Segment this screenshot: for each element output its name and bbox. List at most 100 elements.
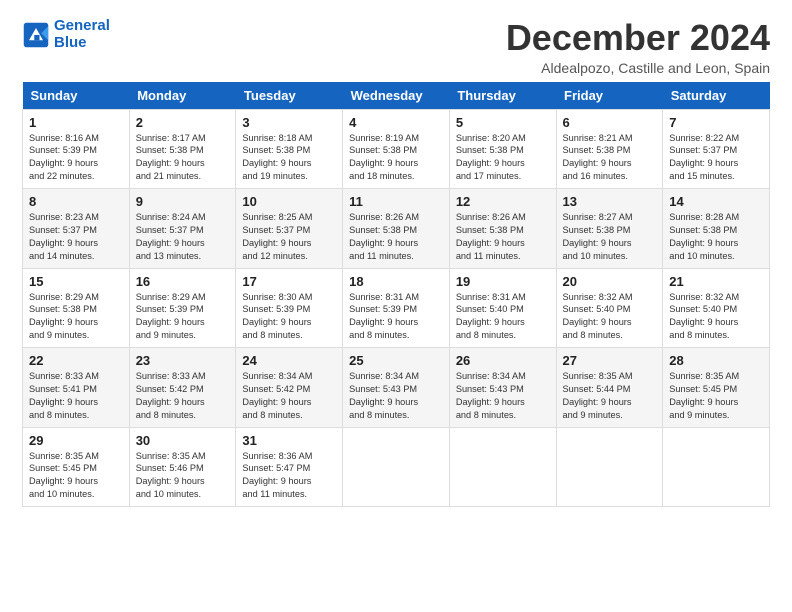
cell-details: Sunrise: 8:35 AMSunset: 5:45 PMDaylight:… xyxy=(669,371,739,420)
table-row: 23 Sunrise: 8:33 AMSunset: 5:42 PMDaylig… xyxy=(129,348,236,428)
col-tuesday: Tuesday xyxy=(236,82,343,110)
calendar-week-row: 29 Sunrise: 8:35 AMSunset: 5:45 PMDaylig… xyxy=(23,427,770,507)
cell-details: Sunrise: 8:24 AMSunset: 5:37 PMDaylight:… xyxy=(136,212,206,261)
cell-details: Sunrise: 8:30 AMSunset: 5:39 PMDaylight:… xyxy=(242,292,312,341)
cell-details: Sunrise: 8:32 AMSunset: 5:40 PMDaylight:… xyxy=(563,292,633,341)
location-subtitle: Aldealpozo, Castille and Leon, Spain xyxy=(506,60,770,76)
day-number: 25 xyxy=(349,353,443,368)
table-row: 26 Sunrise: 8:34 AMSunset: 5:43 PMDaylig… xyxy=(449,348,556,428)
day-number: 22 xyxy=(29,353,123,368)
cell-details: Sunrise: 8:34 AMSunset: 5:43 PMDaylight:… xyxy=(456,371,526,420)
day-number: 30 xyxy=(136,433,230,448)
day-number: 11 xyxy=(349,194,443,209)
calendar-table: Sunday Monday Tuesday Wednesday Thursday… xyxy=(22,82,770,508)
day-number: 21 xyxy=(669,274,763,289)
table-row: 28 Sunrise: 8:35 AMSunset: 5:45 PMDaylig… xyxy=(663,348,770,428)
col-saturday: Saturday xyxy=(663,82,770,110)
col-sunday: Sunday xyxy=(23,82,130,110)
table-row: 4 Sunrise: 8:19 AMSunset: 5:38 PMDayligh… xyxy=(343,109,450,189)
cell-details: Sunrise: 8:16 AMSunset: 5:39 PMDaylight:… xyxy=(29,133,99,182)
cell-details: Sunrise: 8:26 AMSunset: 5:38 PMDaylight:… xyxy=(349,212,419,261)
col-wednesday: Wednesday xyxy=(343,82,450,110)
cell-details: Sunrise: 8:18 AMSunset: 5:38 PMDaylight:… xyxy=(242,133,312,182)
cell-details: Sunrise: 8:23 AMSunset: 5:37 PMDaylight:… xyxy=(29,212,99,261)
cell-details: Sunrise: 8:27 AMSunset: 5:38 PMDaylight:… xyxy=(563,212,633,261)
table-row: 31 Sunrise: 8:36 AMSunset: 5:47 PMDaylig… xyxy=(236,427,343,507)
table-row xyxy=(449,427,556,507)
day-number: 26 xyxy=(456,353,550,368)
col-thursday: Thursday xyxy=(449,82,556,110)
cell-details: Sunrise: 8:29 AMSunset: 5:39 PMDaylight:… xyxy=(136,292,206,341)
logo-icon xyxy=(22,21,50,49)
table-row: 25 Sunrise: 8:34 AMSunset: 5:43 PMDaylig… xyxy=(343,348,450,428)
table-row: 7 Sunrise: 8:22 AMSunset: 5:37 PMDayligh… xyxy=(663,109,770,189)
day-number: 19 xyxy=(456,274,550,289)
cell-details: Sunrise: 8:19 AMSunset: 5:38 PMDaylight:… xyxy=(349,133,419,182)
day-number: 13 xyxy=(563,194,657,209)
day-number: 2 xyxy=(136,115,230,130)
cell-details: Sunrise: 8:35 AMSunset: 5:45 PMDaylight:… xyxy=(29,451,99,500)
day-number: 31 xyxy=(242,433,336,448)
cell-details: Sunrise: 8:35 AMSunset: 5:46 PMDaylight:… xyxy=(136,451,206,500)
table-row: 10 Sunrise: 8:25 AMSunset: 5:37 PMDaylig… xyxy=(236,189,343,269)
day-number: 4 xyxy=(349,115,443,130)
day-number: 14 xyxy=(669,194,763,209)
table-row: 5 Sunrise: 8:20 AMSunset: 5:38 PMDayligh… xyxy=(449,109,556,189)
table-row: 27 Sunrise: 8:35 AMSunset: 5:44 PMDaylig… xyxy=(556,348,663,428)
table-row: 3 Sunrise: 8:18 AMSunset: 5:38 PMDayligh… xyxy=(236,109,343,189)
table-row xyxy=(556,427,663,507)
day-number: 18 xyxy=(349,274,443,289)
cell-details: Sunrise: 8:26 AMSunset: 5:38 PMDaylight:… xyxy=(456,212,526,261)
cell-details: Sunrise: 8:34 AMSunset: 5:43 PMDaylight:… xyxy=(349,371,419,420)
cell-details: Sunrise: 8:29 AMSunset: 5:38 PMDaylight:… xyxy=(29,292,99,341)
table-row xyxy=(663,427,770,507)
month-title: December 2024 xyxy=(506,18,770,58)
cell-details: Sunrise: 8:31 AMSunset: 5:40 PMDaylight:… xyxy=(456,292,526,341)
day-number: 28 xyxy=(669,353,763,368)
day-number: 16 xyxy=(136,274,230,289)
day-number: 24 xyxy=(242,353,336,368)
table-row: 12 Sunrise: 8:26 AMSunset: 5:38 PMDaylig… xyxy=(449,189,556,269)
day-number: 23 xyxy=(136,353,230,368)
table-row: 9 Sunrise: 8:24 AMSunset: 5:37 PMDayligh… xyxy=(129,189,236,269)
table-row: 16 Sunrise: 8:29 AMSunset: 5:39 PMDaylig… xyxy=(129,268,236,348)
table-row: 1 Sunrise: 8:16 AMSunset: 5:39 PMDayligh… xyxy=(23,109,130,189)
cell-details: Sunrise: 8:25 AMSunset: 5:37 PMDaylight:… xyxy=(242,212,312,261)
calendar-week-row: 1 Sunrise: 8:16 AMSunset: 5:39 PMDayligh… xyxy=(23,109,770,189)
logo-text: General Blue xyxy=(54,18,110,51)
col-friday: Friday xyxy=(556,82,663,110)
table-row: 11 Sunrise: 8:26 AMSunset: 5:38 PMDaylig… xyxy=(343,189,450,269)
calendar-week-row: 22 Sunrise: 8:33 AMSunset: 5:41 PMDaylig… xyxy=(23,348,770,428)
cell-details: Sunrise: 8:34 AMSunset: 5:42 PMDaylight:… xyxy=(242,371,312,420)
calendar-page: General Blue December 2024 Aldealpozo, C… xyxy=(0,0,792,612)
day-number: 12 xyxy=(456,194,550,209)
table-row: 22 Sunrise: 8:33 AMSunset: 5:41 PMDaylig… xyxy=(23,348,130,428)
day-number: 29 xyxy=(29,433,123,448)
day-number: 1 xyxy=(29,115,123,130)
day-number: 6 xyxy=(563,115,657,130)
table-row: 30 Sunrise: 8:35 AMSunset: 5:46 PMDaylig… xyxy=(129,427,236,507)
day-number: 15 xyxy=(29,274,123,289)
day-number: 10 xyxy=(242,194,336,209)
table-row: 20 Sunrise: 8:32 AMSunset: 5:40 PMDaylig… xyxy=(556,268,663,348)
cell-details: Sunrise: 8:33 AMSunset: 5:42 PMDaylight:… xyxy=(136,371,206,420)
logo-line1: General xyxy=(54,17,110,34)
cell-details: Sunrise: 8:33 AMSunset: 5:41 PMDaylight:… xyxy=(29,371,99,420)
table-row: 6 Sunrise: 8:21 AMSunset: 5:38 PMDayligh… xyxy=(556,109,663,189)
calendar-week-row: 8 Sunrise: 8:23 AMSunset: 5:37 PMDayligh… xyxy=(23,189,770,269)
cell-details: Sunrise: 8:32 AMSunset: 5:40 PMDaylight:… xyxy=(669,292,739,341)
cell-details: Sunrise: 8:28 AMSunset: 5:38 PMDaylight:… xyxy=(669,212,739,261)
table-row: 21 Sunrise: 8:32 AMSunset: 5:40 PMDaylig… xyxy=(663,268,770,348)
cell-details: Sunrise: 8:35 AMSunset: 5:44 PMDaylight:… xyxy=(563,371,633,420)
cell-details: Sunrise: 8:20 AMSunset: 5:38 PMDaylight:… xyxy=(456,133,526,182)
table-row: 29 Sunrise: 8:35 AMSunset: 5:45 PMDaylig… xyxy=(23,427,130,507)
table-row xyxy=(343,427,450,507)
calendar-header-row: Sunday Monday Tuesday Wednesday Thursday… xyxy=(23,82,770,110)
logo: General Blue xyxy=(22,18,110,51)
day-number: 5 xyxy=(456,115,550,130)
table-row: 14 Sunrise: 8:28 AMSunset: 5:38 PMDaylig… xyxy=(663,189,770,269)
day-number: 27 xyxy=(563,353,657,368)
logo-line2: Blue xyxy=(54,34,87,51)
table-row: 17 Sunrise: 8:30 AMSunset: 5:39 PMDaylig… xyxy=(236,268,343,348)
cell-details: Sunrise: 8:21 AMSunset: 5:38 PMDaylight:… xyxy=(563,133,633,182)
